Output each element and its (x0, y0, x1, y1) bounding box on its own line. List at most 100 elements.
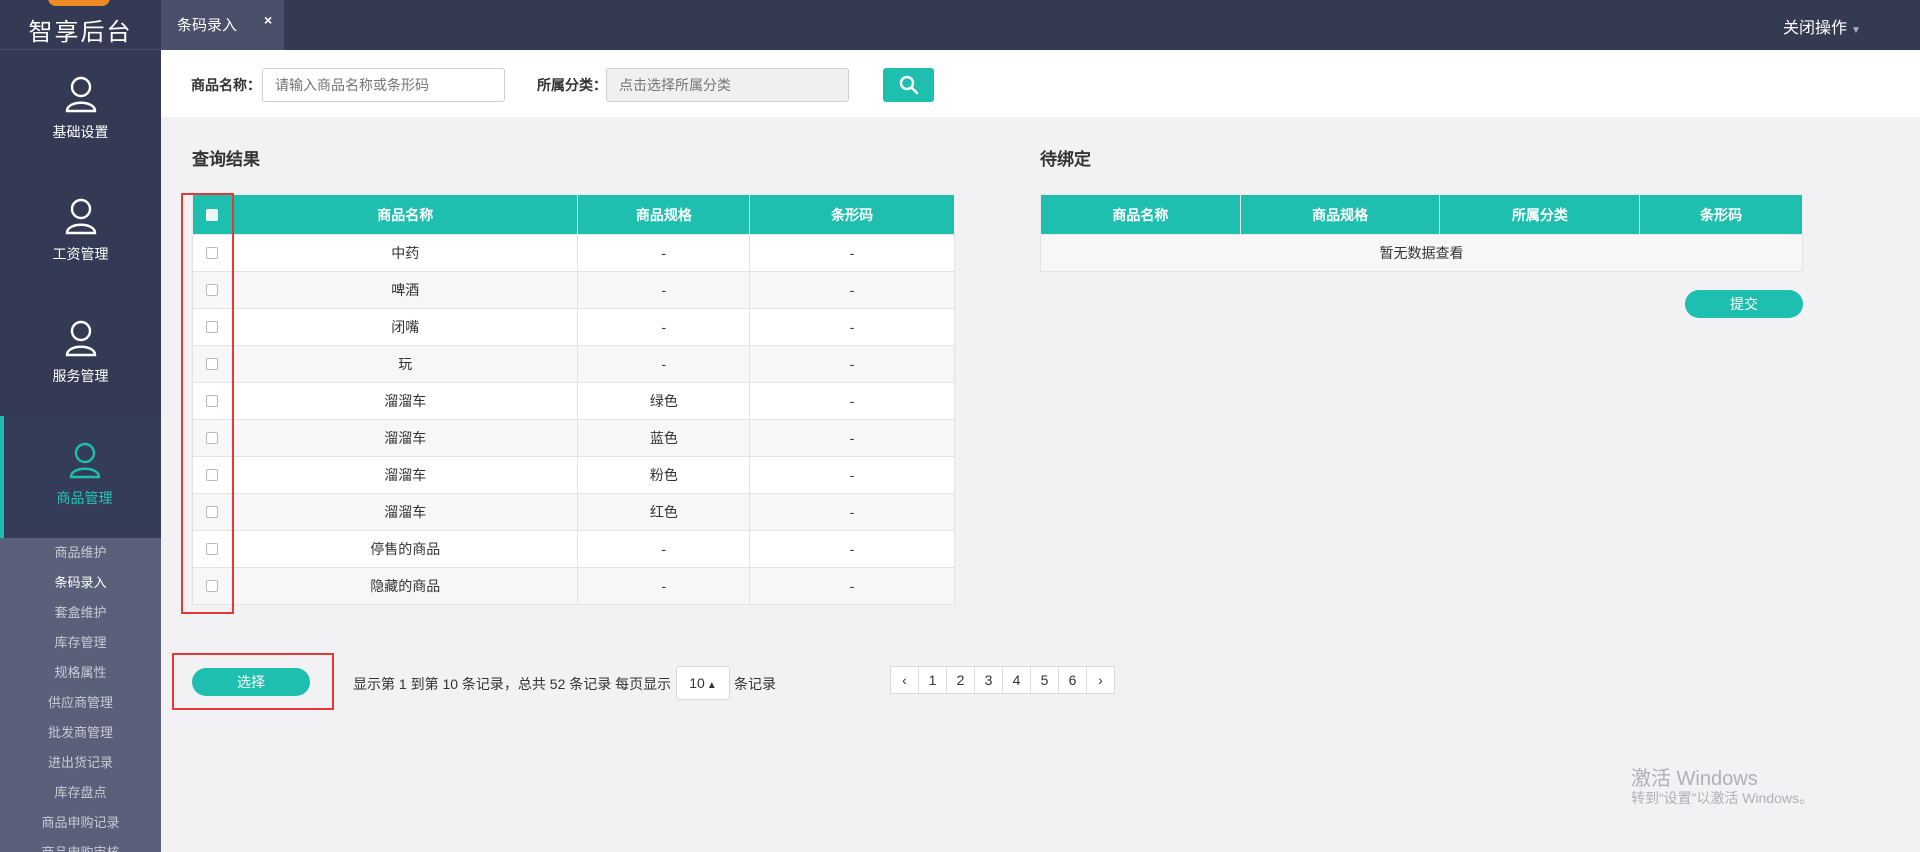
cell-product-name: 溜溜车 (231, 493, 579, 531)
cell-product-name: 闭嘴 (231, 308, 579, 346)
table-row: 溜溜车 粉色 - (192, 456, 955, 494)
close-operations-menu[interactable]: 关闭操作 ▼ (1783, 14, 1861, 38)
sidebar-item-label: 服务管理 (52, 368, 109, 384)
tab-barcode-entry[interactable]: 条码录入 × (161, 0, 284, 50)
table-row: 啤酒 - - (192, 271, 955, 309)
page-button[interactable]: 4 (1002, 666, 1031, 694)
cell-barcode: - (749, 493, 955, 531)
results-title: 查询结果 (192, 150, 260, 169)
sidebar-item-service-management[interactable]: 服务管理 (0, 294, 161, 416)
pending-header-row: 商品名称 商品规格 所属分类 条形码 (1040, 194, 1803, 235)
results-table: 商品名称 商品规格 条形码 中药 - - 啤酒 - - 闭嘴 - - 玩 - -… (192, 194, 955, 605)
close-icon[interactable]: × (264, 12, 272, 28)
logo-badge (48, 0, 110, 6)
cell-barcode: - (749, 419, 955, 457)
records-suffix: 条记录 (734, 676, 776, 692)
subnav-item[interactable]: 套盒维护 (0, 598, 161, 628)
windows-watermark-title: 激活 Windows (1631, 768, 1758, 790)
user-icon (65, 76, 97, 113)
page-button[interactable]: 5 (1030, 666, 1059, 694)
main-content: 商品名称： 所属分类： 查询结果 待绑定 商品名称 商品规格 条形码 (161, 50, 1920, 852)
subnav-item[interactable]: 供应商管理 (0, 688, 161, 718)
sidebar-item-product-management[interactable]: 商品管理 (0, 416, 161, 538)
subnav-item[interactable]: 商品申购记录 (0, 808, 161, 838)
cell-spec: 绿色 (577, 382, 751, 420)
close-operations-label: 关闭操作 (1783, 20, 1848, 37)
cell-barcode: - (749, 234, 955, 272)
column-header: 商品规格 (1239, 194, 1441, 235)
sidebar: 智享后台 基础设置 工资管理 服务管理 商品管理 商品维护 条码录入 套盒维护 … (0, 0, 161, 852)
product-name-input[interactable] (262, 68, 505, 102)
subnav-item[interactable]: 商品申购审核 (0, 838, 161, 852)
empty-row: 暂无数据查看 (1040, 234, 1803, 272)
cell-spec: - (577, 345, 751, 383)
cell-product-name: 中药 (231, 234, 579, 272)
cell-spec: 蓝色 (577, 419, 751, 457)
highlight-box-select-button (172, 653, 334, 710)
page-next-button[interactable]: › (1086, 666, 1115, 694)
cell-barcode: - (749, 530, 955, 568)
subnav-item[interactable]: 库存管理 (0, 628, 161, 658)
search-panel: 商品名称： 所属分类： (161, 50, 1920, 117)
sidebar-subnav: 商品维护 条码录入 套盒维护 库存管理 规格属性 供应商管理 批发商管理 进出货… (0, 538, 161, 852)
table-row: 溜溜车 红色 - (192, 493, 955, 531)
cell-spec: - (577, 308, 751, 346)
logo-area: 智享后台 (0, 0, 161, 50)
page-size-select[interactable]: 10 ▲ (676, 666, 730, 700)
table-row: 中药 - - (192, 234, 955, 272)
table-row: 溜溜车 绿色 - (192, 382, 955, 420)
page-button[interactable]: 1 (918, 666, 947, 694)
windows-watermark-subtitle: 转到“设置”以激活 Windows。 (1631, 790, 1814, 806)
column-header: 商品名称 (1040, 194, 1241, 235)
search-button[interactable] (883, 68, 934, 102)
subnav-item[interactable]: 进出货记录 (0, 748, 161, 778)
subnav-item[interactable]: 商品维护 (0, 538, 161, 568)
tab-label: 条码录入 (177, 17, 238, 34)
table-row: 闭嘴 - - (192, 308, 955, 346)
subnav-item-active[interactable]: 条码录入 (0, 568, 161, 598)
page-button[interactable]: 2 (946, 666, 975, 694)
subnav-item[interactable]: 规格属性 (0, 658, 161, 688)
pending-title: 待绑定 (1040, 150, 1091, 169)
cell-barcode: - (749, 345, 955, 383)
product-name-label: 商品名称： (191, 77, 261, 93)
top-bar: 条码录入 × 关闭操作 ▼ (161, 0, 1920, 50)
cell-spec: 粉色 (577, 456, 751, 494)
pager-info: 显示第 1 到第 10 条记录，总共 52 条记录 每页显示 (353, 676, 672, 692)
cell-spec: - (577, 567, 751, 605)
page-button[interactable]: 3 (974, 666, 1003, 694)
cell-product-name: 停售的商品 (231, 530, 579, 568)
subnav-item[interactable]: 库存盘点 (0, 778, 161, 808)
page-prev-button[interactable]: ‹ (890, 666, 919, 694)
column-header: 条形码 (749, 194, 955, 235)
subnav-item[interactable]: 批发商管理 (0, 718, 161, 748)
cell-product-name: 玩 (231, 345, 579, 383)
empty-message: 暂无数据查看 (1040, 234, 1803, 272)
user-icon (65, 198, 97, 235)
cell-product-name: 溜溜车 (231, 456, 579, 494)
highlight-box-checkbox-column (181, 193, 234, 614)
sidebar-item-basic-settings[interactable]: 基础设置 (0, 50, 161, 172)
sidebar-item-label: 商品管理 (56, 490, 113, 506)
cell-spec: 红色 (577, 493, 751, 531)
cell-product-name: 隐藏的商品 (231, 567, 579, 605)
category-input[interactable] (606, 68, 849, 102)
cell-product-name: 啤酒 (231, 271, 579, 309)
sidebar-item-label: 基础设置 (52, 124, 109, 140)
cell-barcode: - (749, 382, 955, 420)
cell-spec: - (577, 530, 751, 568)
search-icon (899, 75, 918, 95)
category-label: 所属分类： (537, 77, 607, 93)
sidebar-item-salary-management[interactable]: 工资管理 (0, 172, 161, 294)
table-row: 隐藏的商品 - - (192, 567, 955, 605)
column-header: 所属分类 (1439, 194, 1641, 235)
cell-barcode: - (749, 567, 955, 605)
submit-button[interactable]: 提交 (1685, 290, 1803, 318)
logo-text: 智享后台 (28, 19, 133, 46)
cell-spec: - (577, 271, 751, 309)
page-button[interactable]: 6 (1058, 666, 1087, 694)
column-header: 商品规格 (577, 194, 751, 235)
pagination: ‹ 1 2 3 4 5 6 › (890, 666, 1115, 694)
chevron-down-icon: ▼ (1851, 25, 1861, 36)
table-row: 停售的商品 - - (192, 530, 955, 568)
